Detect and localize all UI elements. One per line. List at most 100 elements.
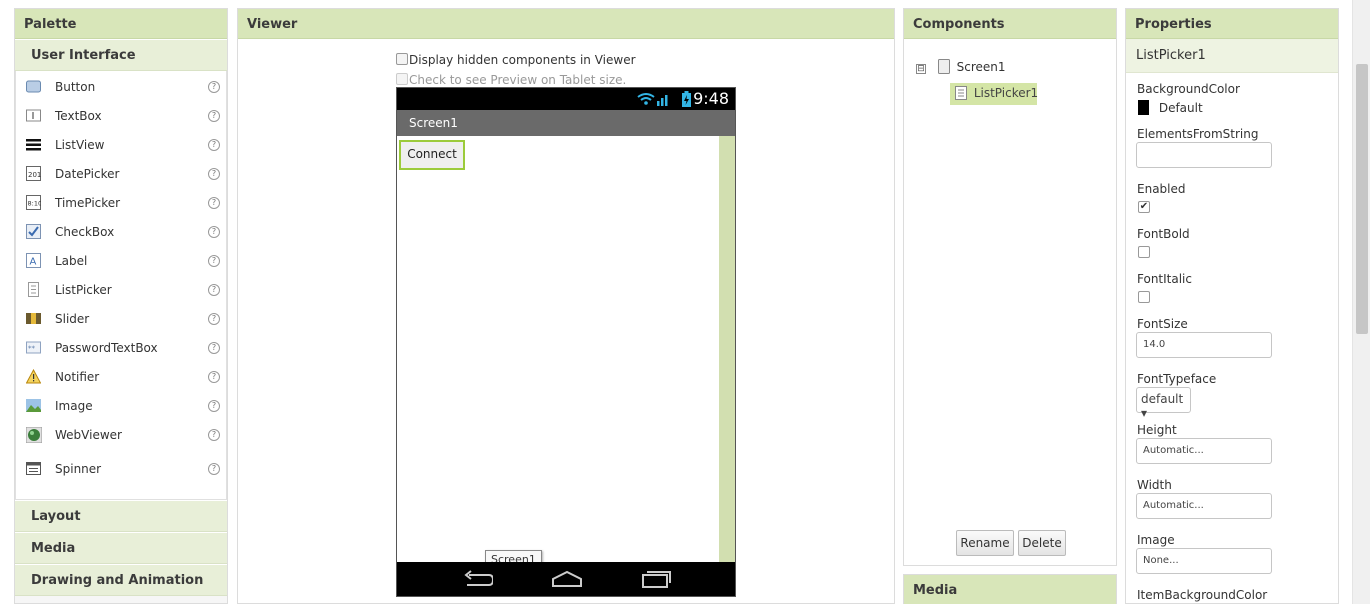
background-color-picker[interactable]: Default [1138, 100, 1203, 115]
tree-node-listpicker1[interactable]: ListPicker1 [950, 83, 1038, 105]
help-icon[interactable]: ? [208, 400, 220, 412]
connect-listpicker-button[interactable]: Connect [399, 140, 465, 170]
palette-item-listview[interactable]: ListView ? [16, 129, 226, 158]
palette-item-label: Notifier [55, 370, 100, 384]
palette-item-label-component[interactable]: A Label ? [16, 245, 226, 274]
display-hidden-checkbox[interactable]: Display hidden components in Viewer [396, 53, 636, 67]
enabled-checkbox[interactable]: ✔ [1138, 201, 1150, 213]
palette-item-label: Slider [55, 312, 90, 326]
properties-header: Properties [1126, 9, 1338, 39]
listpicker-icon [955, 86, 967, 103]
category-media[interactable]: Media [15, 532, 227, 564]
palette-item-slider[interactable]: Slider ? [16, 303, 226, 332]
color-swatch [1138, 100, 1149, 115]
tablet-preview-checkbox[interactable]: Check to see Preview on Tablet size. [396, 73, 626, 87]
category-user-interface[interactable]: User Interface [15, 39, 227, 71]
fonttypeface-dropdown[interactable]: default ▾ [1136, 387, 1191, 420]
palette-item-spinner[interactable]: Spinner ? [16, 453, 226, 482]
palette-item-label: WebViewer [55, 428, 122, 442]
tablet-preview-label: Check to see Preview on Tablet size. [409, 73, 627, 87]
prop-label-image: Image [1137, 533, 1175, 547]
delete-button[interactable]: Delete [1018, 530, 1066, 556]
palette-item-checkbox[interactable]: CheckBox ? [16, 216, 226, 245]
elements-from-string-input[interactable] [1136, 142, 1272, 168]
palette-item-passwordtextbox[interactable]: ** PasswordTextBox ? [16, 332, 226, 361]
notifier-icon [25, 368, 42, 384]
components-header: Components [904, 9, 1116, 39]
help-icon[interactable]: ? [208, 463, 220, 475]
selected-component-name: ListPicker1 [1126, 39, 1338, 73]
palette-item-label: TextBox [55, 109, 102, 123]
page-scrollbar[interactable] [1352, 0, 1370, 604]
palette-item-webviewer[interactable]: WebViewer ? [16, 419, 226, 448]
phone-status-bar: 9:48 [397, 88, 735, 110]
palette-item-label: CheckBox [55, 225, 115, 239]
phone-preview: 9:48 Screen1 Connect Screen1 [396, 87, 736, 597]
width-selector[interactable]: Automatic... [1136, 493, 1272, 519]
svg-text:8:10: 8:10 [28, 200, 42, 208]
palette-item-datepicker[interactable]: 201 DatePicker ? [16, 158, 226, 187]
help-icon[interactable]: ? [208, 255, 220, 267]
fontitalic-checkbox[interactable] [1138, 291, 1150, 303]
scrollbar-thumb[interactable] [1356, 64, 1368, 334]
wifi-signal-icon [637, 92, 671, 109]
help-icon[interactable]: ? [208, 139, 220, 151]
svg-text:201: 201 [28, 171, 41, 179]
palette-item-button[interactable]: Button ? [16, 71, 226, 100]
media-header[interactable]: Media [904, 575, 1116, 604]
help-icon[interactable]: ? [208, 226, 220, 238]
help-icon[interactable]: ? [208, 342, 220, 354]
display-hidden-label: Display hidden components in Viewer [409, 53, 636, 67]
passwordtextbox-icon: ** [26, 340, 41, 355]
help-icon[interactable]: ? [208, 429, 220, 441]
media-panel: Media [903, 574, 1117, 604]
image-icon [26, 398, 41, 413]
palette-item-label: DatePicker [55, 167, 120, 181]
screen-canvas[interactable]: Connect Screen1 [397, 136, 735, 569]
viewer-header: Viewer [238, 9, 894, 39]
tree-label-screen1: Screen1 [956, 60, 1006, 74]
palette-item-notifier[interactable]: Notifier ? [16, 361, 226, 390]
recent-apps-icon[interactable] [641, 569, 671, 592]
help-icon[interactable]: ? [208, 284, 220, 296]
battery-icon [682, 91, 691, 110]
palette-item-label: TimePicker [55, 196, 121, 210]
tree-node-screen1[interactable]: ⊟ Screen1 [916, 59, 1006, 77]
image-selector[interactable]: None... [1136, 548, 1272, 574]
prop-label-elementsfromstring: ElementsFromString [1137, 127, 1259, 141]
palette-item-timepicker[interactable]: 8:10 TimePicker ? [16, 187, 226, 216]
home-icon[interactable] [551, 570, 583, 591]
category-drawing-animation[interactable]: Drawing and Animation [15, 564, 227, 596]
category-layout[interactable]: Layout [15, 500, 227, 532]
screen-icon [937, 59, 950, 77]
help-icon[interactable]: ? [208, 313, 220, 325]
viewer-panel: Viewer Display hidden components in View… [237, 8, 895, 604]
help-icon[interactable]: ? [208, 110, 220, 122]
help-icon[interactable]: ? [208, 197, 220, 209]
checkbox-box[interactable] [396, 53, 408, 65]
palette-item-image[interactable]: Image ? [16, 390, 226, 419]
help-icon[interactable]: ? [208, 168, 220, 180]
palette-item-label: Image [55, 399, 93, 413]
label-icon: A [26, 253, 41, 268]
svg-text:A: A [30, 257, 37, 268]
properties-panel: Properties ListPicker1 BackgroundColor D… [1125, 8, 1339, 604]
slider-icon [26, 311, 41, 326]
back-icon[interactable] [463, 570, 495, 591]
help-icon[interactable]: ? [208, 81, 220, 93]
fontbold-checkbox[interactable] [1138, 246, 1150, 258]
height-selector[interactable]: Automatic... [1136, 438, 1272, 464]
fontsize-input[interactable]: 14.0 [1136, 332, 1272, 358]
palette-item-label: ListView [55, 138, 105, 152]
button-icon [26, 79, 41, 94]
checkbox-box[interactable] [396, 73, 408, 85]
prop-label-fontitalic: FontItalic [1137, 272, 1192, 286]
palette-item-listpicker[interactable]: ListPicker ? [16, 274, 226, 303]
palette-item-textbox[interactable]: TextBox ? [16, 100, 226, 129]
listview-icon [26, 137, 41, 152]
listpicker-icon [26, 282, 41, 297]
palette-item-label: Label [55, 254, 88, 268]
collapse-toggle-icon[interactable]: ⊟ [916, 64, 926, 74]
rename-button[interactable]: Rename [956, 530, 1014, 556]
help-icon[interactable]: ? [208, 371, 220, 383]
